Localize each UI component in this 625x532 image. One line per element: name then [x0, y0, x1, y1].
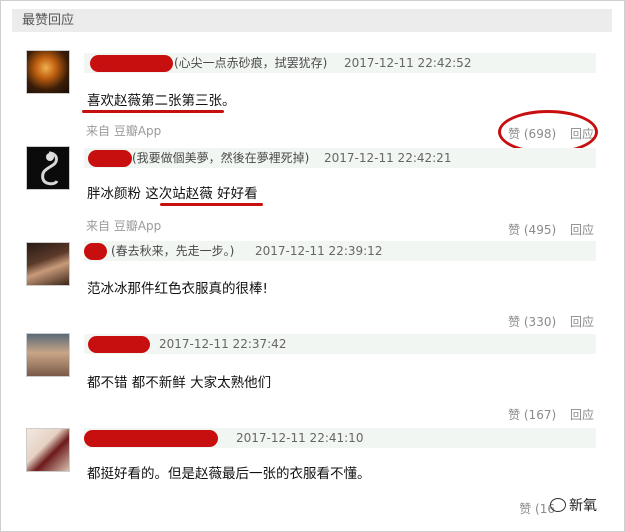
- like-button[interactable]: 赞 (495): [508, 223, 556, 237]
- avatar[interactable]: [26, 50, 70, 94]
- comment-source[interactable]: 来自 豆瓣App: [86, 122, 161, 139]
- like-button[interactable]: 赞 (330): [508, 315, 556, 329]
- comment-meta: 2017-12-11 22:41:10: [84, 428, 596, 448]
- redacted-username: [84, 243, 107, 260]
- section-header: 最赞回应: [12, 9, 612, 32]
- comment-text: 胖冰颜粉 这次站赵薇 好好看: [87, 186, 258, 202]
- redacted-username: [90, 55, 173, 72]
- section-title: 最赞回应: [22, 13, 75, 28]
- redacted-username: [84, 430, 218, 447]
- comment-time: 2017-12-11 22:37:42: [159, 337, 287, 351]
- comment-actions: 赞 (495) 回应: [508, 221, 594, 238]
- like-button[interactable]: 赞 (167): [508, 408, 556, 422]
- annotation-underline: [82, 110, 224, 113]
- redacted-username: [88, 336, 150, 353]
- reply-button[interactable]: 回应: [570, 315, 594, 329]
- avatar[interactable]: [26, 333, 70, 377]
- avatar[interactable]: [26, 146, 70, 190]
- comment-time: 2017-12-11 22:39:12: [255, 244, 383, 258]
- comment-time: 2017-12-11 22:42:21: [324, 151, 452, 165]
- user-signature: (我要做個美夢，然後在夢裡死掉): [132, 151, 310, 165]
- avatar[interactable]: [26, 428, 70, 472]
- user-signature: (心尖一点赤砂痕，拭罢犹存): [174, 56, 328, 70]
- reply-button[interactable]: 回应: [570, 223, 594, 237]
- screenshot-frame: [0, 0, 625, 532]
- comment-text: 喜欢赵薇第二张第三张。: [87, 93, 236, 109]
- annotation-underline: [160, 203, 263, 206]
- watermark: 新氧: [550, 495, 597, 515]
- comment-text: 都挺好看的。但是赵薇最后一张的衣服看不懂。: [87, 466, 371, 482]
- user-signature: (春去秋来，先走一步。): [111, 244, 235, 258]
- redacted-username: [88, 150, 132, 167]
- watermark-text: 新氧: [569, 498, 597, 514]
- comment-source[interactable]: 来自 豆瓣App: [86, 217, 161, 234]
- comment-meta: (春去秋来，先走一步。) 2017-12-11 22:39:12: [84, 241, 596, 261]
- comment-meta: (我要做個美夢，然後在夢裡死掉) 2017-12-11 22:42:21: [84, 148, 596, 168]
- avatar[interactable]: [26, 242, 70, 286]
- comment-actions: 赞 (330) 回应: [508, 313, 594, 330]
- comment-text: 都不错 都不新鲜 大家太熟他们: [87, 375, 272, 391]
- comment-time: 2017-12-11 22:41:10: [236, 431, 364, 445]
- avatar-figure-icon: [41, 151, 59, 186]
- comment-meta: 2017-12-11 22:37:42: [84, 334, 596, 354]
- comment-text: 范冰冰那件红色衣服真的很棒!: [87, 281, 268, 297]
- comment-actions: 赞 (167) 回应: [508, 406, 594, 423]
- reply-button[interactable]: 回应: [570, 408, 594, 422]
- comment-time: 2017-12-11 22:42:52: [344, 56, 472, 70]
- wechat-icon: [550, 498, 566, 512]
- comment-meta: (心尖一点赤砂痕，拭罢犹存) 2017-12-11 22:42:52: [84, 53, 596, 73]
